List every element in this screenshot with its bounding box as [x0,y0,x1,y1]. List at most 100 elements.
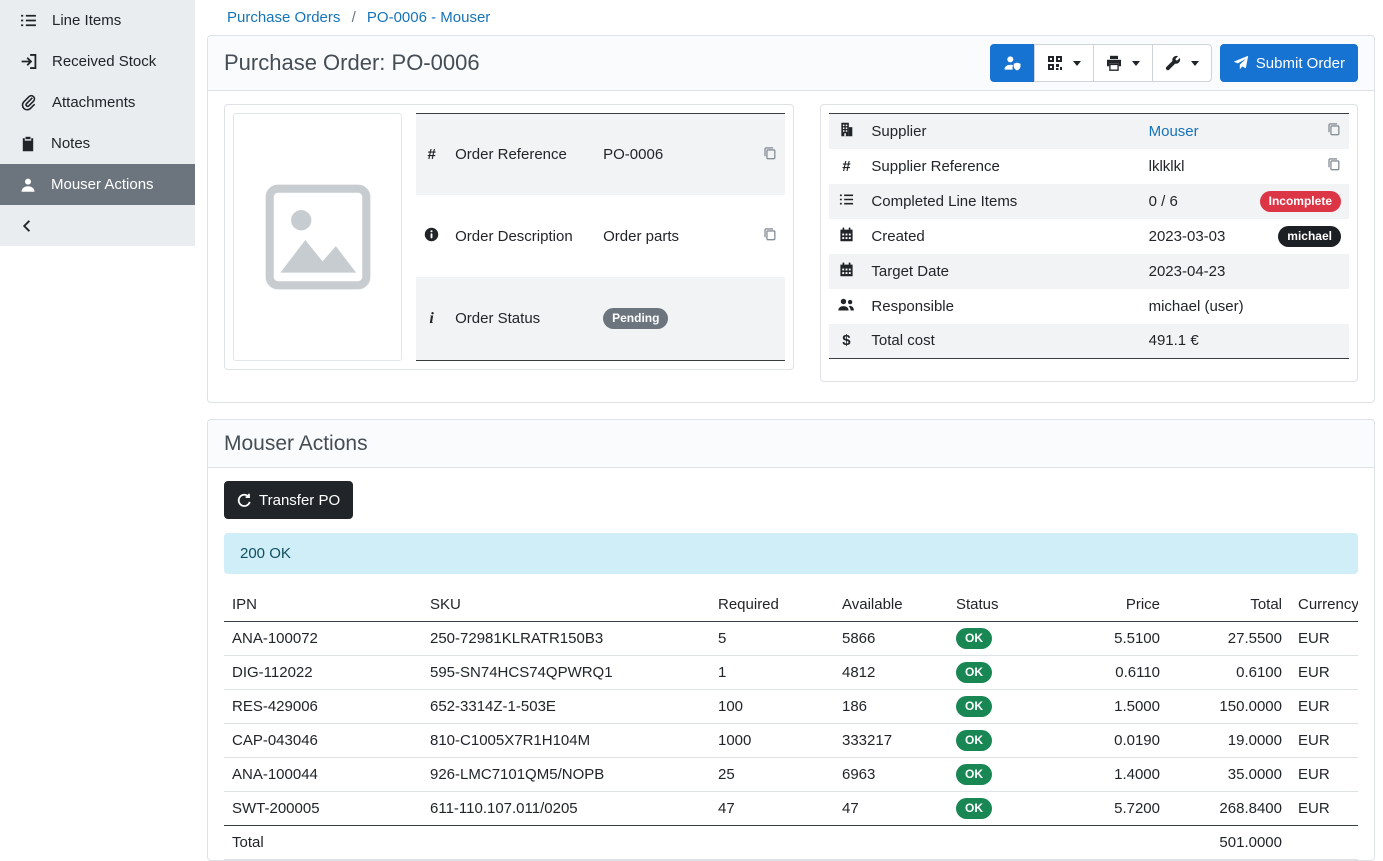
incomplete-badge: Incomplete [1260,191,1341,212]
list-check-icon [839,192,854,207]
sidebar-item-label: Line Items [52,12,121,29]
cell-sku: 611-110.107.011/0205 [422,792,710,826]
clipboard-icon [20,136,36,152]
copy-icon [763,146,777,160]
column-header-price: Price [1068,590,1168,622]
sidebar-item-label: Mouser Actions [51,176,154,193]
breadcrumb: Purchase Orders / PO-0006 - Mouser [207,0,1375,35]
table-row: Target Date 2023-04-23 [829,254,1349,289]
transfer-po-label: Transfer PO [259,492,340,509]
column-header-currency: Currency [1290,590,1358,622]
cell-required: 5 [710,622,834,656]
detail-value: Order parts [595,195,697,277]
tools-icon [1165,55,1181,71]
barcode-dropdown-button[interactable] [1034,44,1094,82]
breadcrumb-link-current[interactable]: PO-0006 - Mouser [367,9,490,26]
breadcrumb-link-purchase-orders[interactable]: Purchase Orders [227,9,340,26]
table-header-row: IPN SKU Required Available Status Price … [224,590,1358,622]
sidebar-item-mouser-actions[interactable]: Mouser Actions [0,164,195,205]
detail-label: Completed Line Items [863,184,1140,219]
sidebar-collapse-button[interactable] [0,205,195,246]
cell-total: 19.0000 [1168,724,1290,758]
transfer-po-button[interactable]: Transfer PO [224,481,353,519]
cell-ipn: CAP-043046 [224,724,422,758]
cell-price: 5.7200 [1068,792,1168,826]
table-row: ANA-100072 250-72981KLRATR150B3 5 5866 O… [224,622,1358,656]
column-header-status: Status [948,590,1068,622]
mouser-actions-title: Mouser Actions [224,432,368,456]
submit-order-label: Submit Order [1256,55,1345,72]
detail-value: lklklkl [1141,149,1252,184]
info-icon: i [429,310,433,327]
copy-button[interactable] [763,227,777,241]
cell-currency: EUR [1290,758,1358,792]
image-placeholder-icon [257,176,379,298]
cell-total: 35.0000 [1168,758,1290,792]
cell-total: 150.0000 [1168,690,1290,724]
detail-label: Responsible [863,289,1140,324]
column-header-ipn: IPN [224,590,422,622]
hash-icon: # [842,158,850,175]
copy-button[interactable] [1327,122,1341,136]
footer-total-value: 501.0000 [1168,826,1290,860]
table-row: Created 2023-03-03 michael [829,219,1349,254]
table-row: DIG-112022 595-SN74HCS74QPWRQ1 1 4812 OK… [224,656,1358,690]
caret-down-icon [1073,61,1081,66]
cell-price: 0.0190 [1068,724,1168,758]
cell-price: 5.5100 [1068,622,1168,656]
order-image-placeholder[interactable] [233,113,402,361]
cell-ipn: ANA-100044 [224,758,422,792]
status-alert: 200 OK [224,533,1358,574]
detail-label: Supplier Reference [863,149,1140,184]
app: Line Items Received Stock Attachments No… [0,0,1383,794]
table-row: ANA-100044 926-LMC7101QM5/NOPB 25 6963 O… [224,758,1358,792]
status-badge: OK [956,798,992,819]
detail-label: Order Status [447,277,595,360]
cell-price: 1.5000 [1068,690,1168,724]
user-badge: michael [1278,226,1341,247]
print-dropdown-button[interactable] [1093,44,1153,82]
table-row: # Order Reference PO-0006 [416,114,785,196]
copy-button[interactable] [1327,157,1341,171]
table-row: Order Description Order parts [416,195,785,277]
table-row: $ Total cost 491.1 € [829,324,1349,359]
order-action-button-group [990,44,1212,82]
column-header-total: Total [1168,590,1290,622]
supplier-user-button[interactable] [990,44,1035,82]
detail-value: 2023-04-23 [1141,254,1252,289]
status-badge: OK [956,730,992,751]
cell-available: 6963 [834,758,948,792]
purchase-order-panel-header: Purchase Order: PO-0006 [208,36,1374,91]
sidebar-item-received-stock[interactable]: Received Stock [0,41,195,82]
calendar-icon [839,227,854,242]
detail-label: Supplier [863,114,1140,149]
sidebar-item-line-items[interactable]: Line Items [0,0,195,41]
mouser-actions-body: Transfer PO 200 OK IPN SKU Required Avai… [208,468,1374,860]
user-icon [20,177,36,193]
cell-available: 186 [834,690,948,724]
caret-down-icon [1191,61,1199,66]
purchase-order-panel: Purchase Order: PO-0006 [207,35,1375,403]
order-details: # Order Reference PO-0006 Order Descript… [208,91,1374,402]
table-footer-row: Total 501.0000 [224,826,1358,860]
status-badge: OK [956,662,992,683]
footer-total-label: Total [224,826,422,860]
cell-currency: EUR [1290,690,1358,724]
sidebar: Line Items Received Stock Attachments No… [0,0,195,794]
copy-button[interactable] [763,146,777,160]
chevron-left-icon [20,218,35,234]
sidebar-item-attachments[interactable]: Attachments [0,82,195,123]
sidebar-item-label: Attachments [52,94,135,111]
supplier-info-table: Supplier Mouser # Supplier Reference lkl… [829,113,1349,359]
cell-available: 4812 [834,656,948,690]
sidebar-item-notes[interactable]: Notes [0,123,195,164]
order-info-subpanel: # Order Reference PO-0006 Order Descript… [224,104,794,370]
supplier-link[interactable]: Mouser [1149,123,1199,140]
copy-icon [1327,157,1341,171]
submit-order-button[interactable]: Submit Order [1220,44,1358,82]
order-actions-dropdown-button[interactable] [1152,44,1212,82]
refresh-icon [237,493,252,508]
column-header-available: Available [834,590,948,622]
detail-label: Order Reference [447,114,595,196]
user-shield-icon [1003,55,1022,71]
